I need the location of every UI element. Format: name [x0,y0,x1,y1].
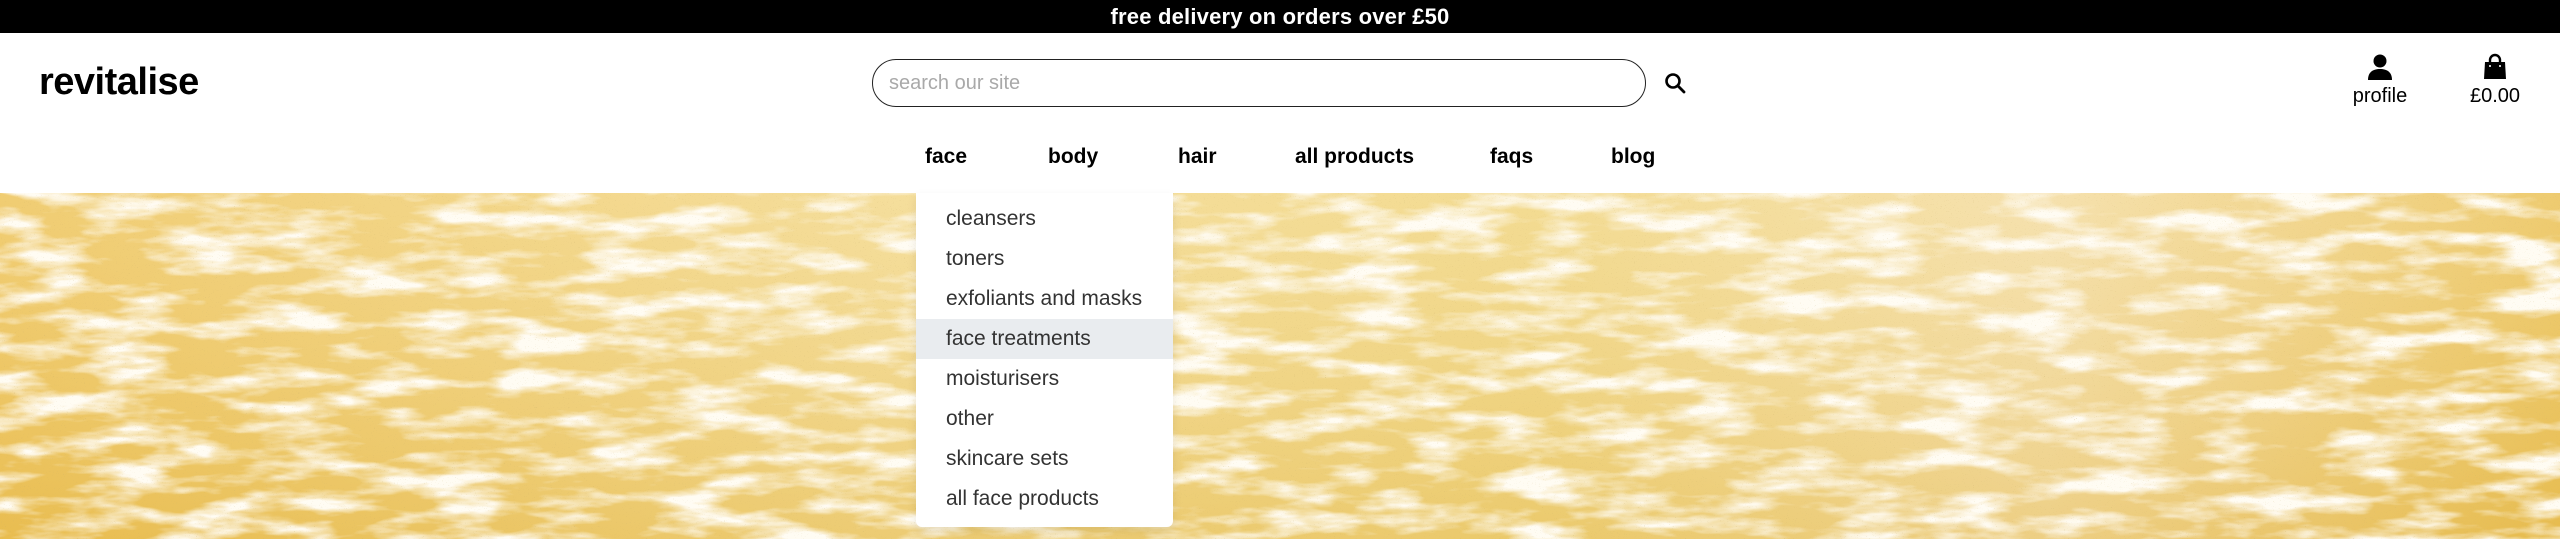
menu-item-moisturisers[interactable]: moisturisers [916,359,1173,399]
profile-button[interactable]: profile [2340,53,2420,113]
person-icon [2368,54,2392,80]
search-icon [1665,73,1686,94]
profile-label: profile [2352,85,2408,107]
nav-item-all-products[interactable]: all products [1295,145,1414,169]
site-logo[interactable]: revitalise [39,61,199,104]
search-input[interactable] [872,59,1646,107]
menu-item-other[interactable]: other [916,399,1173,439]
nav-item-body[interactable]: body [1048,145,1098,169]
promo-text: free delivery on orders over £50 [1110,3,1450,29]
cart-total: £0.00 [2469,85,2521,107]
menu-item-cleansers[interactable]: cleansers [916,199,1173,239]
nav-item-hair[interactable]: hair [1178,145,1217,169]
nav-item-face[interactable]: face [925,145,967,169]
nav-item-blog[interactable]: blog [1611,145,1655,169]
site-header: revitalise profile £0.00 face body hair … [0,33,2560,193]
promo-bar: free delivery on orders over £50 [0,0,2560,33]
menu-item-toners[interactable]: toners [916,239,1173,279]
menu-item-all-face-products[interactable]: all face products [916,479,1173,519]
face-dropdown-menu: cleansers toners exfoliants and masks fa… [916,193,1173,527]
menu-item-skincare-sets[interactable]: skincare sets [916,439,1173,479]
cart-button[interactable]: £0.00 [2455,53,2535,113]
nav-item-faqs[interactable]: faqs [1490,145,1533,169]
menu-item-face-treatments[interactable]: face treatments [916,319,1173,359]
shopping-bag-icon [2484,53,2506,79]
hero-texture-image [0,193,2560,539]
hero-banner [0,193,2560,539]
search-button[interactable] [1660,68,1690,98]
menu-item-exfoliants-and-masks[interactable]: exfoliants and masks [916,279,1173,319]
main-nav: face body hair all products faqs blog [0,145,2560,185]
